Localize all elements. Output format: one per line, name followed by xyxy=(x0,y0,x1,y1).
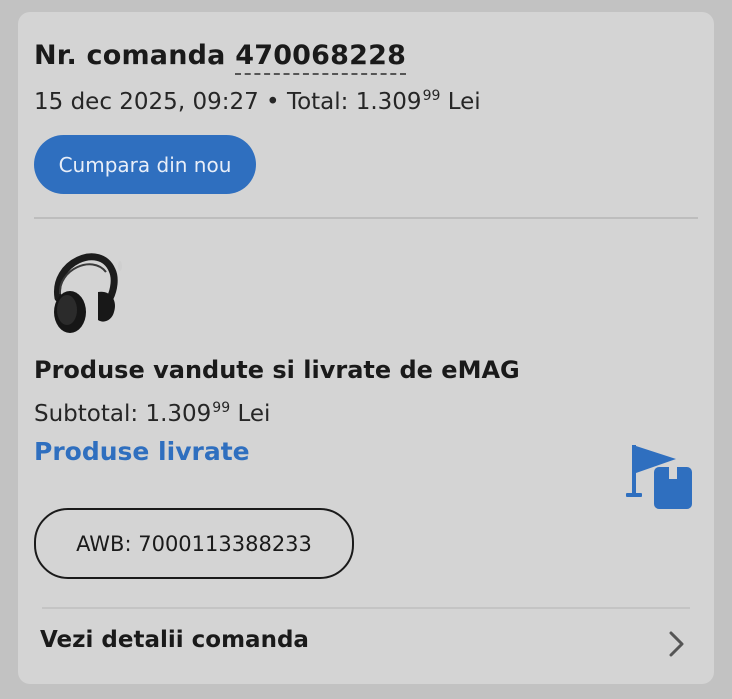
total-currency: Lei xyxy=(447,89,481,115)
subtotal-label: Subtotal: xyxy=(34,401,139,427)
order-number[interactable]: 470068228 xyxy=(235,40,407,75)
total-value: 1.30999 xyxy=(355,88,441,115)
delivered-flag-package-icon xyxy=(626,445,692,509)
subtotal-currency: Lei xyxy=(237,401,271,427)
chevron-right-icon[interactable] xyxy=(666,630,688,658)
headphones-product-image[interactable] xyxy=(40,244,130,336)
meta-separator: • xyxy=(266,89,280,115)
order-title: Nr. comanda 470068228 xyxy=(34,40,407,75)
seller-heading: Produse vandute si livrate de eMAG xyxy=(34,356,520,384)
subtotal: Subtotal: 1.30999 Lei xyxy=(34,400,270,427)
order-date: 15 dec 2025, 09:27 xyxy=(34,89,259,115)
divider xyxy=(34,217,698,219)
total-decimals: 99 xyxy=(422,88,441,104)
awb-tracking-pill[interactable]: AWB: 7000113388233 xyxy=(34,508,354,579)
subtotal-int: 1.309 xyxy=(145,401,212,427)
buy-again-button[interactable]: Cumpara din nou xyxy=(34,135,256,194)
view-order-details-link[interactable]: Vezi detalii comanda xyxy=(40,627,309,653)
subtotal-decimals: 99 xyxy=(212,400,231,416)
subtotal-value: 1.30999 xyxy=(145,400,231,427)
total-int: 1.309 xyxy=(355,89,422,115)
order-meta: 15 dec 2025, 09:27 • Total: 1.30999 Lei xyxy=(34,88,481,115)
total-label: Total: xyxy=(286,89,349,115)
delivery-status: Produse livrate xyxy=(34,437,250,466)
divider xyxy=(42,607,690,609)
order-title-prefix: Nr. comanda xyxy=(34,40,226,71)
